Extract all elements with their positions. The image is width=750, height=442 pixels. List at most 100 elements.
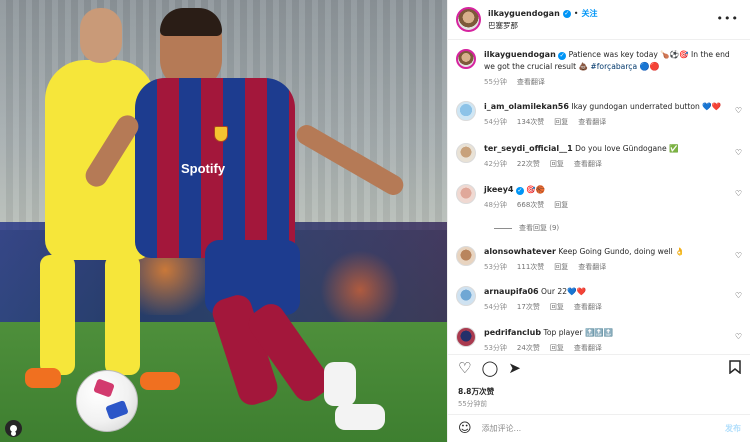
- shirt-sponsor: Spotify: [181, 161, 226, 176]
- comment-text: Ikay gundogan underrated button 💙❤️: [571, 102, 722, 111]
- send-icon[interactable]: ➤: [508, 361, 521, 376]
- separator-dot: •: [573, 8, 579, 18]
- avatar[interactable]: [456, 49, 476, 69]
- avatar[interactable]: [456, 184, 476, 204]
- comment-text: 🎯🏀: [526, 185, 546, 194]
- opponent-boot: [140, 372, 180, 390]
- comment-likes[interactable]: 24次赞: [517, 342, 540, 353]
- translate-link[interactable]: 查看翻译: [578, 261, 606, 273]
- reply-button[interactable]: 回复: [554, 116, 568, 128]
- heart-icon[interactable]: ♡: [735, 189, 742, 198]
- heart-icon[interactable]: ♡: [735, 148, 742, 157]
- translate-link[interactable]: 查看翻译: [574, 158, 602, 170]
- post-header: ilkayguendogan ✓ • 关注 巴塞罗那 •••: [448, 0, 750, 40]
- comment-item: alonsowhatever Keep Going Gundo, doing w…: [456, 246, 748, 273]
- bookmark-icon[interactable]: [729, 360, 741, 377]
- caption-username[interactable]: ilkayguendogan: [484, 50, 556, 59]
- translate-link[interactable]: 查看翻译: [517, 76, 545, 88]
- avatar[interactable]: [456, 286, 476, 306]
- comment-item: ter_seydi_official__1 Do you love Gündog…: [456, 143, 748, 170]
- caption-time: 55分钟: [484, 78, 507, 86]
- heart-icon[interactable]: ♡: [458, 361, 471, 376]
- location-link[interactable]: 巴塞罗那: [488, 20, 597, 32]
- post-sidebar: ilkayguendogan ✓ • 关注 巴塞罗那 ••• ilkayguen…: [447, 0, 750, 442]
- hashtag-link[interactable]: #forçabarça: [590, 62, 637, 71]
- follow-button[interactable]: 关注: [581, 8, 597, 20]
- verified-icon: ✓: [558, 52, 567, 60]
- comment-likes[interactable]: 134次赞: [517, 116, 544, 128]
- player-hair: [160, 8, 222, 36]
- reply-button[interactable]: 回复: [554, 199, 568, 211]
- avatar[interactable]: [456, 327, 476, 347]
- comment-text: Our 22💙❤️: [541, 287, 586, 296]
- comment-text: Keep Going Gundo, doing well 👌: [558, 247, 685, 256]
- action-bar: ♡ ◯ ➤: [448, 354, 750, 382]
- comment-username[interactable]: jkeey4: [484, 185, 513, 194]
- reply-button[interactable]: 回复: [550, 342, 564, 353]
- comment-username[interactable]: i_am_olamilekan56: [484, 102, 569, 111]
- comment-input[interactable]: [481, 424, 682, 433]
- more-horizontal-icon[interactable]: •••: [717, 12, 739, 25]
- comment-icon[interactable]: ◯: [481, 361, 498, 376]
- comment-time: 42分钟: [484, 160, 507, 168]
- likes-count[interactable]: 8.8万次赞: [458, 386, 494, 397]
- player-boot: [324, 362, 356, 406]
- heart-icon[interactable]: ♡: [735, 291, 742, 300]
- comment-likes[interactable]: 111次赞: [517, 261, 544, 273]
- opponent-boot: [25, 368, 61, 388]
- heart-icon[interactable]: ♡: [735, 251, 742, 260]
- avatar[interactable]: [456, 7, 481, 32]
- comment-time: 53分钟: [484, 263, 507, 271]
- opponent-head: [80, 8, 122, 63]
- comment-username[interactable]: arnaupifa06: [484, 287, 539, 296]
- comment-likes[interactable]: 22次赞: [517, 158, 540, 170]
- comment-item: arnaupifa06 Our 22💙❤️ 54分钟 17次赞 回复 查看翻译 …: [456, 286, 748, 313]
- translate-link[interactable]: 查看翻译: [574, 301, 602, 313]
- comment-username[interactable]: pedrifanclub: [484, 328, 541, 337]
- comment-composer: ☺ 发布: [448, 414, 750, 442]
- heart-icon[interactable]: ♡: [735, 332, 742, 341]
- comment-username[interactable]: ter_seydi_official__1: [484, 144, 573, 153]
- avatar[interactable]: [456, 101, 476, 121]
- reply-button[interactable]: 回复: [550, 301, 564, 313]
- post-comment-button[interactable]: 发布: [725, 423, 741, 434]
- opponent-legs: [40, 255, 75, 375]
- heart-icon[interactable]: ♡: [735, 106, 742, 115]
- caption-row: ilkayguendogan ✓ Patience was key today …: [456, 49, 748, 88]
- comment-likes[interactable]: 668次赞: [517, 199, 544, 211]
- player-boot: [335, 404, 385, 430]
- avatar[interactable]: [456, 246, 476, 266]
- comment-item: pedrifanclub Top player 🔝🔝🔝 53分钟 24次赞 回复…: [456, 327, 748, 353]
- comment-username[interactable]: alonsowhatever: [484, 247, 556, 256]
- translate-link[interactable]: 查看翻译: [578, 116, 606, 128]
- comment-time: 54分钟: [484, 303, 507, 311]
- translate-link[interactable]: 查看翻译: [574, 342, 602, 353]
- replies-divider: [494, 227, 512, 229]
- comment-item: i_am_olamilekan56 Ikay gundogan underrat…: [456, 101, 748, 128]
- view-replies-button[interactable]: 查看回复 (9): [494, 223, 559, 233]
- reply-button[interactable]: 回复: [550, 158, 564, 170]
- comments-list[interactable]: ilkayguendogan ✓ Patience was key today …: [448, 41, 750, 353]
- verified-icon: ✓: [515, 187, 524, 195]
- football: [76, 370, 138, 432]
- comment-likes[interactable]: 17次赞: [517, 301, 540, 313]
- club-crest: [214, 126, 228, 142]
- view-replies-label[interactable]: 查看回复 (9): [519, 223, 559, 233]
- comment-item: jkeey4 ✓ 🎯🏀 48分钟 668次赞 回复 ♡: [456, 184, 748, 211]
- emoji-icon[interactable]: ☺: [458, 421, 472, 436]
- comment-text: Top player 🔝🔝🔝: [543, 328, 614, 337]
- caption-trailing-emoji: 🔵🔴: [639, 62, 660, 71]
- post-image[interactable]: Spotify: [0, 0, 447, 442]
- comment-time: 48分钟: [484, 201, 507, 209]
- opponent-legs: [105, 255, 140, 375]
- verified-icon: ✓: [562, 9, 571, 18]
- comment-time: 53分钟: [484, 344, 507, 352]
- comment-time: 54分钟: [484, 118, 507, 126]
- comment-text: Do you love Gündogane ✅: [575, 144, 679, 153]
- post-time: 55分钟前: [458, 400, 488, 408]
- avatar[interactable]: [456, 143, 476, 163]
- board-glow: [320, 250, 400, 330]
- user-icon[interactable]: [5, 420, 22, 437]
- author-username[interactable]: ilkayguendogan: [488, 8, 560, 20]
- reply-button[interactable]: 回复: [554, 261, 568, 273]
